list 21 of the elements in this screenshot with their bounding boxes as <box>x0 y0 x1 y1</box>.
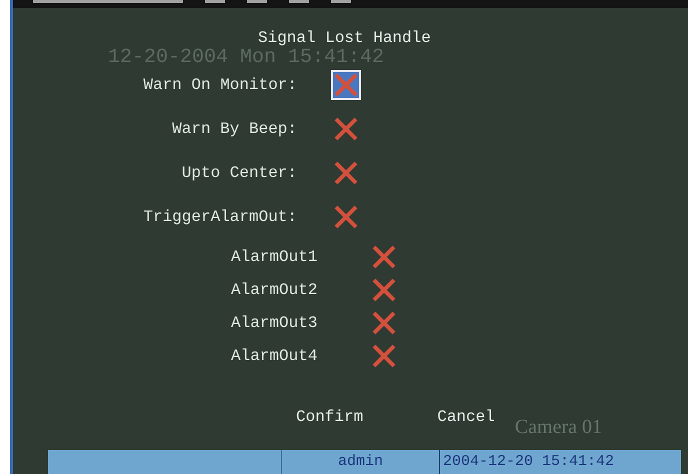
option-label: TriggerAlarmOut: <box>142 207 297 228</box>
cancel-button[interactable]: Cancel <box>437 409 495 425</box>
alarm-output-label: AlarmOut2 <box>231 280 318 301</box>
alarm-output-label: AlarmOut1 <box>231 247 318 268</box>
dialog-title: Signal Lost Handle <box>258 30 431 46</box>
confirm-button[interactable]: Confirm <box>296 409 364 425</box>
cross-icon[interactable] <box>333 160 359 186</box>
cross-icon[interactable] <box>333 204 359 230</box>
user-name: admin <box>282 450 440 474</box>
alarm-output-label: AlarmOut3 <box>231 313 318 334</box>
option-label: Warn On Monitor: <box>142 75 297 96</box>
cross-icon[interactable] <box>333 116 359 142</box>
cross-icon[interactable] <box>371 277 397 303</box>
camera-label: Camera 01 <box>514 417 602 437</box>
alarm-output-label: AlarmOut4 <box>231 346 318 367</box>
cross-icon[interactable] <box>371 343 397 369</box>
cross-icon[interactable] <box>371 310 397 336</box>
option-label: Warn By Beep: <box>171 119 297 140</box>
status-date-time: 2004-12-20 15:41:42 <box>442 452 614 472</box>
cross-icon[interactable] <box>371 244 397 270</box>
option-label: Upto Center: <box>180 163 297 184</box>
